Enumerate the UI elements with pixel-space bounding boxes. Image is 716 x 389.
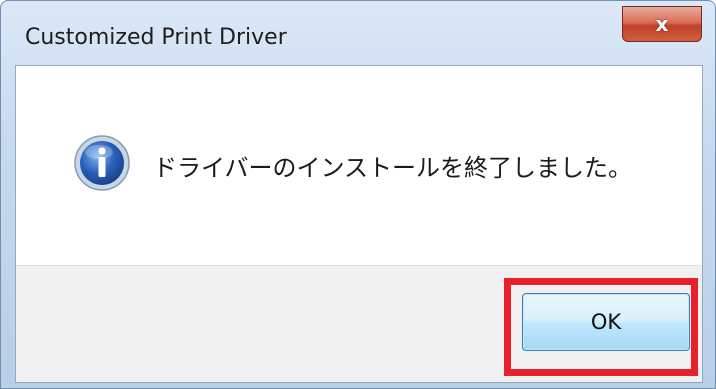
close-button[interactable]: x	[622, 6, 702, 42]
message-area: ドライバーのインストールを終了しました。	[16, 66, 702, 265]
ok-button[interactable]: OK	[522, 293, 690, 351]
button-bar: OK	[16, 265, 702, 382]
title-bar[interactable]: Customized Print Driver x	[1, 1, 715, 65]
window-title: Customized Print Driver	[25, 25, 287, 50]
dialog-client-area: ドライバーのインストールを終了しました。 OK	[15, 65, 703, 383]
message-dialog: Customized Print Driver x ドライバーのインストールを終…	[0, 0, 716, 389]
message-text: ドライバーのインストールを終了しました。	[153, 154, 633, 182]
close-icon: x	[655, 12, 669, 36]
info-icon	[74, 135, 130, 191]
